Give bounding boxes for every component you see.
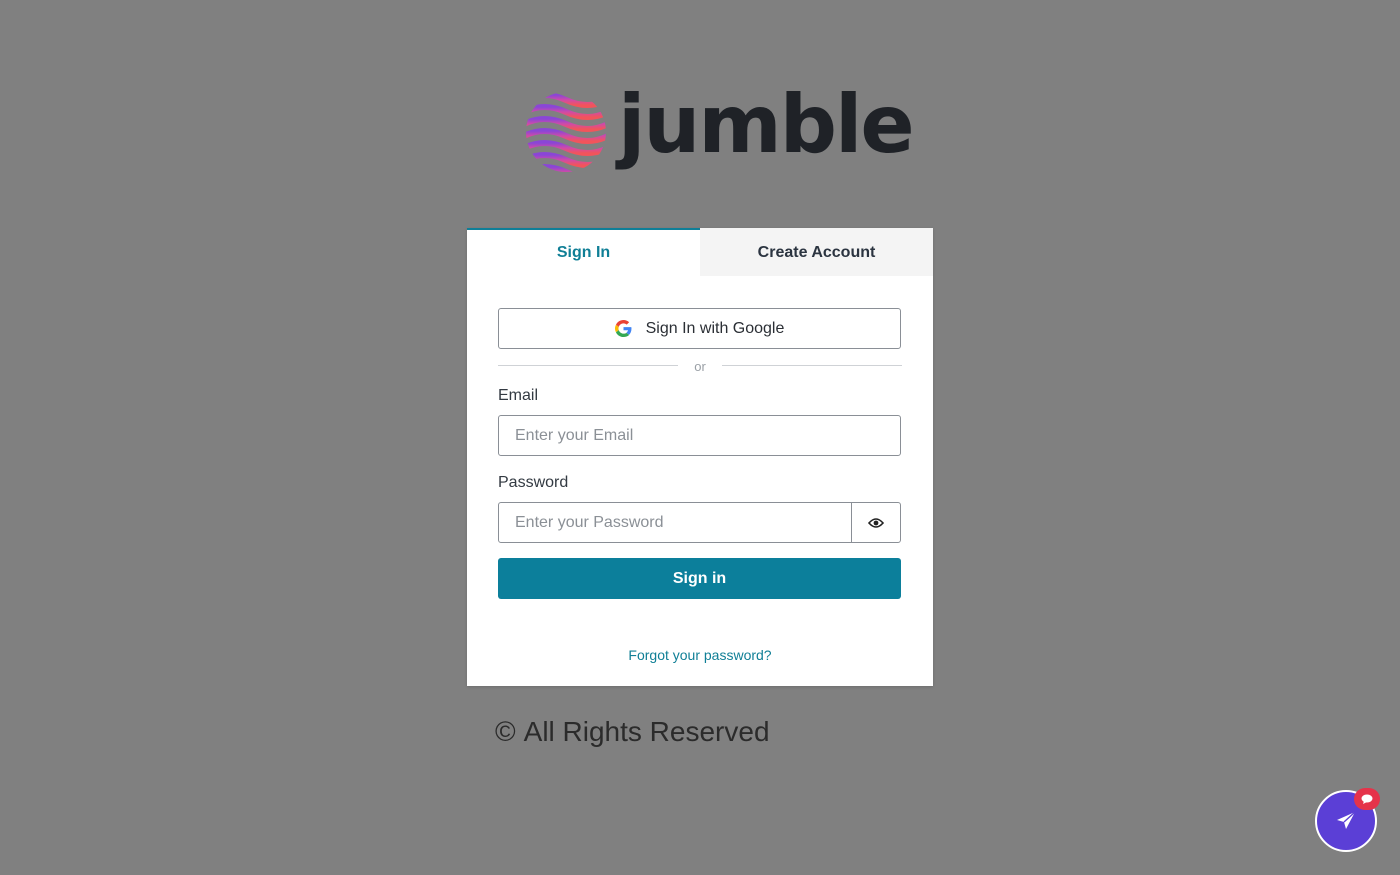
tab-create-account[interactable]: Create Account — [700, 228, 933, 276]
divider-line-left — [498, 365, 678, 366]
google-button-label: Sign In with Google — [645, 319, 785, 337]
email-field-wrapper — [498, 415, 901, 456]
tab-sign-in[interactable]: Sign In — [467, 228, 700, 276]
google-sign-in-button[interactable]: Sign In with Google — [498, 308, 901, 349]
copyright-text: All Rights Reserved — [523, 716, 770, 747]
email-input[interactable] — [499, 416, 900, 455]
auth-tabs: Sign In Create Account — [467, 228, 933, 276]
divider-text: or — [684, 358, 716, 374]
copyright-symbol: © — [495, 716, 516, 747]
auth-card: Sign In Create Account Sign In with Goog… — [467, 228, 933, 686]
forgot-password-link[interactable]: Forgot your password? — [498, 647, 902, 663]
eye-icon — [868, 517, 884, 528]
toggle-password-visibility-button[interactable] — [851, 503, 900, 542]
brand-logo: jumble — [522, 78, 915, 180]
sign-in-button[interactable]: Sign in — [498, 558, 901, 599]
divider-line-right — [722, 365, 902, 366]
email-label: Email — [498, 387, 539, 404]
jumble-logo-icon — [526, 92, 606, 172]
password-field-wrapper — [498, 502, 901, 543]
sign-in-form: Sign In with Google or Email Password — [467, 308, 933, 663]
login-page: jumble Sign In Create Account Sign In wi… — [0, 0, 1400, 875]
password-label: Password — [498, 474, 569, 491]
paper-plane-icon — [1337, 811, 1356, 829]
or-divider: or — [498, 358, 902, 374]
google-icon — [614, 320, 632, 337]
chat-bubble-icon — [1361, 794, 1373, 804]
chat-notification-badge — [1354, 788, 1380, 810]
brand-name: jumble — [618, 78, 915, 171]
copyright-footer: © All Rights Reserved — [495, 716, 770, 748]
password-input[interactable] — [499, 503, 851, 542]
